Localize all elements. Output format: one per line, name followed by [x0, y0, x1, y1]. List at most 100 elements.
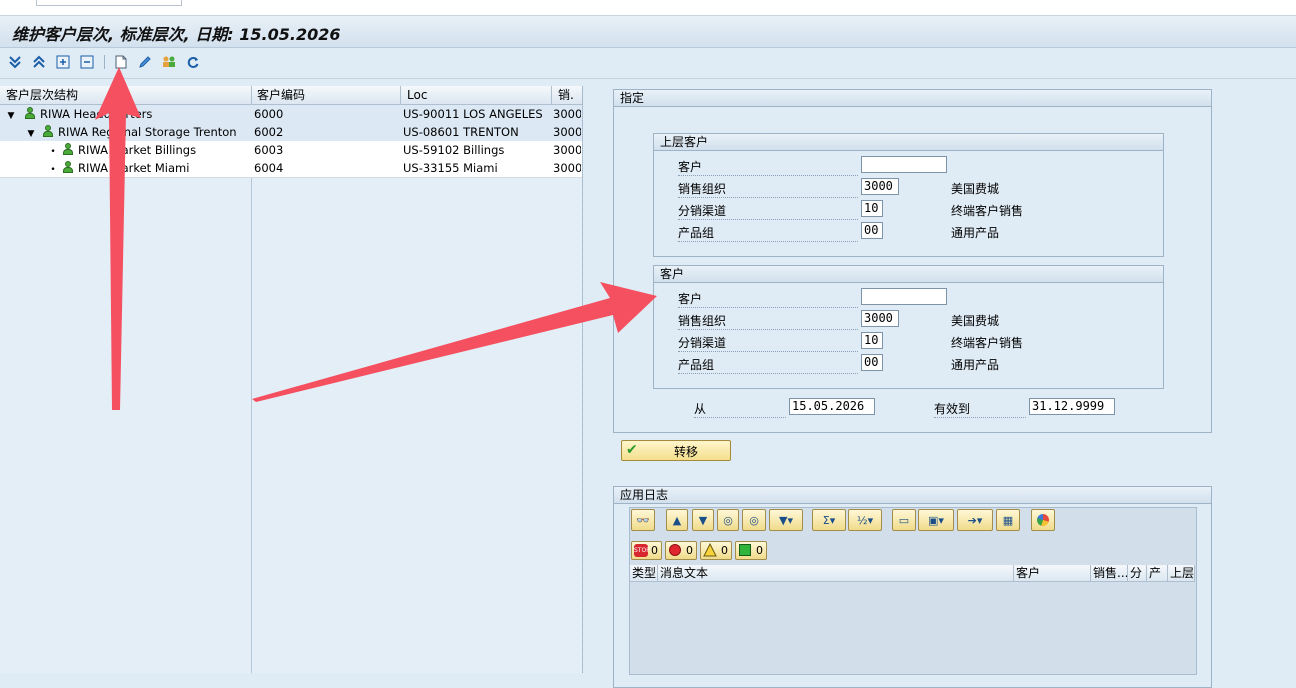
top-strip	[0, 0, 1296, 16]
higher-division-label: 产品组	[678, 224, 858, 242]
export-icon[interactable]: ➔▾	[957, 509, 993, 531]
collapse-triangle-icon[interactable]: ▼	[26, 125, 36, 141]
sort-ascending-icon[interactable]: ▲	[666, 509, 688, 531]
cell-sales: 3000	[553, 161, 581, 175]
graphic-icon[interactable]	[1031, 509, 1055, 531]
cell-sales: 3000	[553, 107, 581, 121]
expand-all-icon[interactable]	[6, 53, 24, 71]
pane-splitter[interactable]	[582, 86, 585, 673]
expand-node-icon[interactable]	[54, 53, 72, 71]
collapse-all-icon[interactable]	[30, 53, 48, 71]
tree-row[interactable]: • RIWA Market Billings 6003 US-59102 Bill…	[0, 141, 582, 160]
higher-customer-input[interactable]	[861, 156, 947, 173]
customer-input[interactable]	[861, 288, 947, 305]
log-header-div[interactable]: 分	[1128, 565, 1147, 582]
salesorg-input[interactable]: 3000	[861, 310, 899, 327]
command-field[interactable]	[36, 0, 182, 6]
error-icon	[669, 544, 681, 556]
higher-division-input[interactable]: 00	[861, 222, 883, 239]
warning-icon	[703, 542, 717, 562]
column-header-customer-no[interactable]: 客户编码	[251, 86, 401, 104]
cell-customer-no: 6000	[254, 107, 284, 121]
column-divider	[251, 104, 252, 673]
cell-sales: 3000	[553, 125, 581, 139]
success-count-filter[interactable]: 0	[735, 541, 767, 560]
column-header-loc[interactable]: Loc	[401, 86, 552, 104]
layout-icon[interactable]: ▦	[996, 509, 1020, 531]
higher-customer-title: 上层客户	[654, 134, 1163, 151]
find-binoculars-icon[interactable]: ◎	[717, 509, 739, 531]
leaf-bullet-icon: •	[50, 147, 56, 157]
channel-desc: 终端客户销售	[951, 336, 1024, 350]
stop-icon: STOP	[634, 544, 650, 557]
column-header-sales[interactable]: 销.	[552, 86, 583, 104]
cell-loc: US-59102 Billings	[403, 143, 505, 157]
salesorg-desc: 美国费城	[951, 314, 1000, 328]
column-header-structure[interactable]: 客户层次结构	[0, 86, 252, 104]
higher-customer-label: 客户	[678, 158, 858, 176]
success-count: 0	[756, 544, 763, 557]
find-next-icon[interactable]: ◎	[742, 509, 766, 531]
success-icon	[739, 544, 751, 556]
page-title: 维护客户层次, 标准层次, 日期: 15.05.2026	[12, 25, 341, 44]
log-header-customer[interactable]: 客户	[1014, 565, 1091, 582]
division-desc: 通用产品	[951, 358, 1000, 372]
stop-count: 0	[651, 544, 658, 557]
valid-to-input[interactable]: 31.12.9999	[1029, 398, 1115, 415]
assign-group-title: 指定	[614, 90, 1211, 107]
log-header-salesorg[interactable]: 销售...	[1091, 565, 1128, 582]
division-input[interactable]: 00	[861, 354, 883, 371]
higher-channel-input[interactable]: 10	[861, 200, 883, 217]
higher-channel-desc: 终端客户销售	[951, 204, 1024, 218]
higher-salesorg-input[interactable]: 3000	[861, 178, 899, 195]
log-header-prod[interactable]: 产	[1147, 565, 1168, 582]
tree-row[interactable]: • RIWA Market Miami 6004 US-33155 Miami 3…	[0, 159, 582, 178]
tree-node-label[interactable]: RIWA Market Billings	[78, 143, 196, 157]
collapse-triangle-icon[interactable]: ▼	[6, 107, 16, 123]
hierarchy-tree: 客户层次结构 客户编码 Loc 销. ▼ RIWA Headquarters 60…	[0, 86, 583, 673]
channel-input[interactable]: 10	[861, 332, 883, 349]
valid-from-input[interactable]: 15.05.2026	[789, 398, 875, 415]
cell-sales: 3000	[553, 143, 581, 157]
error-count-filter[interactable]: 0	[665, 541, 697, 560]
tree-row[interactable]: ▼ RIWA Regional Storage Trenton 6002 US-0…	[0, 123, 582, 142]
leaf-bullet-icon: •	[50, 165, 56, 175]
tree-node-label[interactable]: RIWA Headquarters	[40, 107, 152, 121]
error-count: 0	[686, 544, 693, 557]
warning-count: 0	[721, 544, 728, 557]
salesorg-label: 销售组织	[678, 312, 858, 330]
create-icon[interactable]	[112, 53, 130, 71]
subtotal-icon[interactable]: ½▾	[848, 509, 882, 531]
higher-salesorg-label: 销售组织	[678, 180, 858, 198]
log-header-message[interactable]: 消息文本	[658, 565, 1014, 582]
application-log-title: 应用日志	[614, 487, 1211, 504]
valid-from-label: 从	[694, 400, 786, 418]
customer-label: 客户	[678, 290, 858, 308]
tree-node-label[interactable]: RIWA Regional Storage Trenton	[58, 125, 237, 139]
customer-icon	[24, 107, 36, 119]
refresh-icon[interactable]	[184, 53, 202, 71]
filter-icon[interactable]: ▼▾	[769, 509, 803, 531]
cell-loc: US-33155 Miami	[403, 161, 498, 175]
views-icon[interactable]: ▣▾	[918, 509, 954, 531]
edit-icon[interactable]	[136, 53, 154, 71]
tree-row[interactable]: ▼ RIWA Headquarters 6000 US-90011 LOS ANG…	[0, 105, 582, 124]
title-bar: 维护客户层次, 标准层次, 日期: 15.05.2026	[0, 16, 1296, 48]
transfer-button-label: 转移	[673, 445, 698, 459]
collapse-node-icon[interactable]	[78, 53, 96, 71]
transfer-button[interactable]: ✔ 转移	[621, 440, 731, 461]
sum-icon[interactable]: Σ▾	[812, 509, 846, 531]
log-header-type[interactable]: 类型	[630, 565, 658, 582]
detail-glasses-icon[interactable]: 👓	[631, 509, 655, 531]
tree-header: 客户层次结构 客户编码 Loc 销.	[0, 86, 583, 105]
log-header-upper[interactable]: 上层	[1168, 565, 1195, 582]
reassign-icon[interactable]	[160, 53, 178, 71]
application-toolbar	[0, 48, 1296, 79]
customer-icon	[62, 143, 74, 155]
warning-count-filter[interactable]: 0	[700, 541, 732, 560]
sort-descending-icon[interactable]: ▼	[692, 509, 714, 531]
tree-node-label[interactable]: RIWA Market Miami	[78, 161, 189, 175]
stop-count-filter[interactable]: STOP 0	[631, 541, 662, 560]
division-label: 产品组	[678, 356, 858, 374]
print-icon[interactable]: ▭	[892, 509, 916, 531]
